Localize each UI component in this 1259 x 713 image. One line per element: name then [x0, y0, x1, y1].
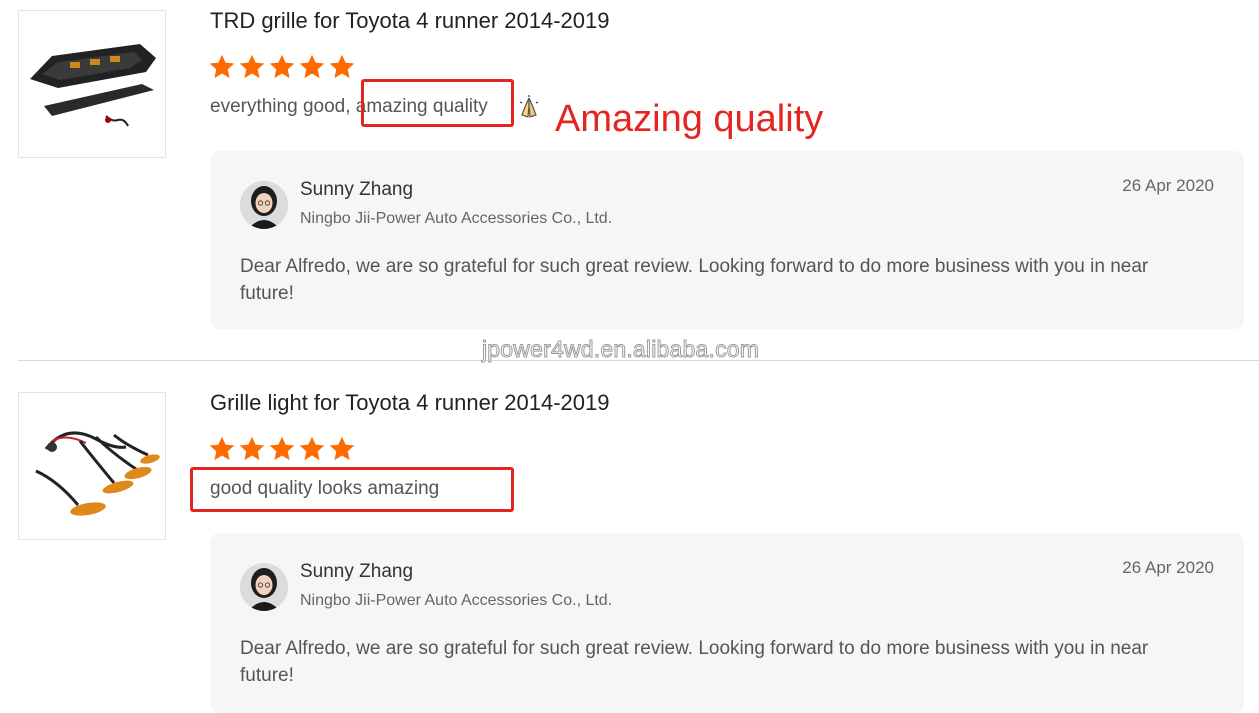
reply-date: 26 Apr 2020: [1122, 176, 1214, 195]
highlight-box: [361, 79, 514, 127]
star-icon: [329, 436, 355, 461]
grille-product-image: [30, 44, 156, 127]
product-thumbnail[interactable]: [18, 392, 166, 540]
reply-date: 26 Apr 2020: [1122, 558, 1214, 577]
star-icon: [269, 54, 295, 79]
star-icon: [209, 436, 235, 461]
star-icon: [239, 54, 265, 79]
product-title[interactable]: TRD grille for Toyota 4 runner 2014-2019: [210, 8, 609, 34]
reply-text: Dear Alfredo, we are so grateful for suc…: [240, 256, 1149, 304]
seller-avatar-image: [240, 181, 288, 229]
star-rating: [208, 53, 356, 81]
annotation-label: Amazing quality: [555, 98, 824, 140]
star-icon: [329, 54, 355, 79]
reply-text: Dear Alfredo, we are so grateful for suc…: [240, 638, 1149, 686]
star-icon: [209, 54, 235, 79]
product-thumbnail[interactable]: [18, 10, 166, 158]
star-icon: [299, 54, 325, 79]
seller-avatar-image: [240, 563, 288, 611]
star-icon: [269, 436, 295, 461]
avatar: [240, 563, 288, 611]
star-icon: [299, 436, 325, 461]
grille-light-product-image: [35, 431, 160, 516]
seller-company: Ningbo Jii-Power Auto Accessories Co., L…: [300, 210, 613, 227]
star-rating: [208, 435, 356, 463]
highlight-box: [190, 467, 514, 512]
seller-name: Sunny Zhang: [300, 561, 414, 582]
star-icon: [239, 436, 265, 461]
seller-reply: Sunny Zhang Ningbo Jii-Power Auto Access…: [210, 533, 1244, 713]
seller-name: Sunny Zhang: [300, 179, 414, 200]
avatar: [240, 181, 288, 229]
seller-company: Ningbo Jii-Power Auto Accessories Co., L…: [300, 592, 613, 609]
praying-hands-icon: [519, 95, 539, 118]
seller-reply: Sunny Zhang Ningbo Jii-Power Auto Access…: [210, 151, 1244, 329]
comment-text: everything good,: [210, 96, 351, 117]
product-title[interactable]: Grille light for Toyota 4 runner 2014-20…: [210, 390, 610, 416]
watermark: jpower4wd.en.alibaba.com: [481, 336, 760, 363]
